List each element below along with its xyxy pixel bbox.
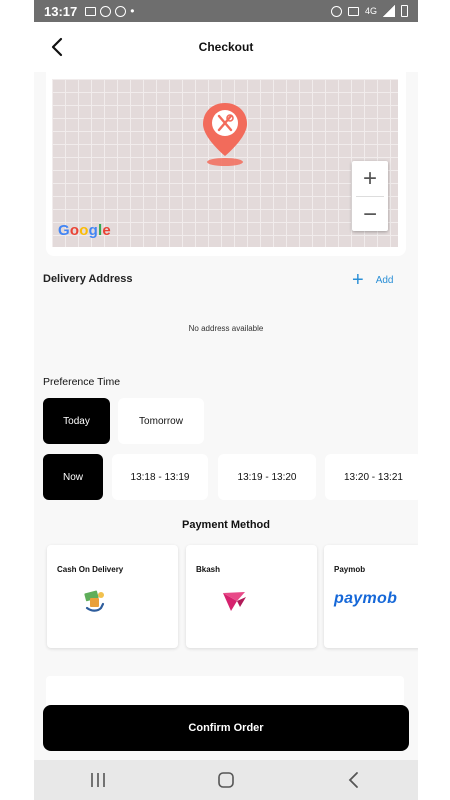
plus-icon: + bbox=[352, 269, 364, 291]
home-icon[interactable] bbox=[211, 765, 241, 795]
time-slot[interactable]: 13:18 - 13:19 bbox=[112, 454, 208, 500]
system-status-icons: 4G bbox=[330, 5, 408, 17]
notification-icons: • bbox=[85, 4, 135, 18]
battery-icon bbox=[401, 5, 408, 17]
payment-option-cash[interactable]: Cash On Delivery bbox=[47, 545, 178, 648]
phone-screen: 13:17 • 4G Checkout + − Google Delivery … bbox=[34, 0, 418, 800]
more-dots-icon: • bbox=[130, 4, 136, 18]
zoom-in-button[interactable]: + bbox=[352, 161, 388, 196]
payment-option-bkash[interactable]: Bkash bbox=[186, 545, 317, 648]
back-arrow-icon[interactable] bbox=[46, 35, 70, 59]
mute-icon bbox=[347, 6, 359, 16]
blogger-icon bbox=[100, 5, 112, 17]
cash-hand-icon bbox=[84, 590, 105, 612]
add-address-label: Add bbox=[375, 274, 394, 286]
paymob-logo: paymob bbox=[334, 590, 398, 607]
add-address-button[interactable]: + Add bbox=[352, 270, 393, 290]
app-header: Checkout bbox=[34, 22, 418, 72]
payment-method-title: Payment Method bbox=[181, 519, 270, 531]
day-option-tomorrow[interactable]: Tomorrow bbox=[118, 398, 204, 444]
google-logo: Google bbox=[58, 222, 111, 239]
time-slot-now[interactable]: Now bbox=[43, 454, 103, 500]
payment-option-paymob[interactable]: Paymob paymob bbox=[324, 545, 418, 648]
back-nav-icon[interactable] bbox=[339, 765, 369, 795]
map-view[interactable]: + − Google bbox=[52, 79, 398, 247]
payment-option-label: Bkash bbox=[196, 565, 221, 574]
preference-time-label: Preference Time bbox=[43, 376, 121, 388]
zoom-controls: + − bbox=[352, 161, 388, 231]
bitcoin-icon bbox=[115, 5, 127, 17]
restaurant-pin-icon bbox=[203, 103, 247, 166]
page-title: Checkout bbox=[198, 40, 254, 54]
image-icon bbox=[85, 6, 97, 16]
no-address-message: No address available bbox=[188, 324, 264, 333]
time-slot[interactable]: 13:19 - 13:20 bbox=[218, 454, 316, 500]
bkash-bird-icon bbox=[223, 592, 246, 611]
time-slot[interactable]: 13:20 - 13:21 bbox=[325, 454, 418, 500]
android-nav-bar bbox=[34, 760, 418, 800]
payment-option-label: Paymob bbox=[334, 565, 366, 574]
day-option-today[interactable]: Today bbox=[43, 398, 110, 444]
signal-icon bbox=[383, 5, 395, 17]
payment-option-label: Cash On Delivery bbox=[57, 565, 124, 574]
map-card: + − Google bbox=[46, 72, 406, 256]
status-time: 13:17 bbox=[44, 3, 78, 19]
recent-apps-icon[interactable] bbox=[83, 765, 113, 795]
network-type: 4G bbox=[364, 6, 377, 16]
zoom-out-button[interactable]: − bbox=[352, 197, 388, 232]
delivery-address-label: Delivery Address bbox=[43, 273, 133, 285]
alarm-icon bbox=[330, 5, 342, 17]
status-bar: 13:17 • 4G bbox=[34, 0, 418, 22]
confirm-order-button[interactable]: Confirm Order bbox=[43, 705, 409, 751]
